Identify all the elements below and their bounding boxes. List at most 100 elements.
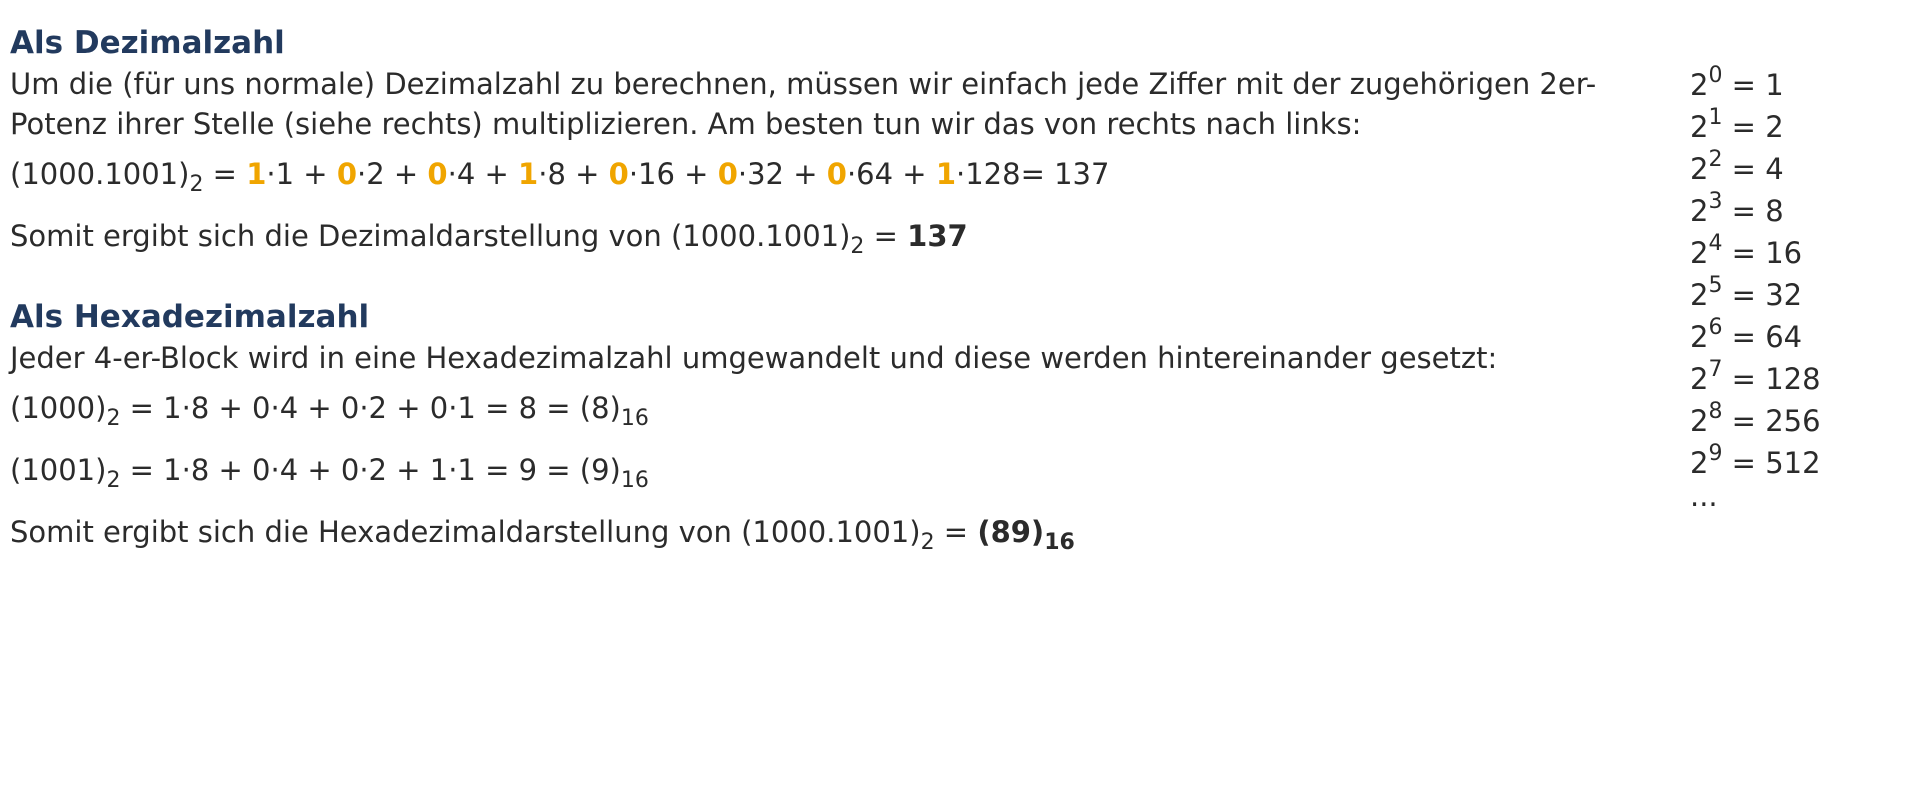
hex-block-base: 2 [106,406,121,431]
decimal-result: Somit ergibt sich die Dezimaldarstellung… [10,219,968,259]
hex-block-base: 2 [106,468,121,493]
power-row: 21 = 2 [1690,106,1821,148]
decimal-lhs-base: 2 [189,172,204,197]
powers-ellipsis: ... [1690,479,1718,513]
decimal-term-factor: 4 [456,157,476,191]
decimal-term-factor: 32 [747,157,785,191]
powers-of-two-table: 20 = 1 21 = 2 22 = 4 23 = 8 24 = 16 25 = 32 26… [1690,64,1821,513]
power-row: 20 = 1 [1690,64,1821,106]
power-exponent: 8 [1708,399,1723,424]
decimal-term-digit: 0 [608,157,629,191]
decimal-term-factor: 128 [965,157,1021,191]
power-exponent: 0 [1708,63,1723,88]
decimal-term-digit: 0 [826,157,847,191]
power-exponent: 7 [1708,357,1723,382]
hex-result-base: 2 [920,530,935,555]
power-base: 2 [1690,278,1709,312]
decimal-term: 0·4 + [427,157,519,191]
hex-block-expr: = 1·8 + 0·4 + 0·2 + 0·1 = 8 = (8) [120,391,621,425]
intro-decimal: Um die (für uns normale) Dezimalzahl zu … [10,67,1597,141]
power-exponent: 4 [1708,231,1723,256]
decimal-term: 0·32 + [717,157,827,191]
decimal-term-digit: 1 [246,157,267,191]
powers-list: 20 = 1 21 = 2 22 = 4 23 = 8 24 = 16 25 = 32 26… [1690,64,1821,484]
decimal-term-separator: + [294,157,337,191]
intro-hex: Jeder 4-er-Block wird in eine Hexadezima… [10,341,1498,375]
power-base: 2 [1690,446,1709,480]
decimal-result-base: 2 [850,234,865,259]
power-base: 2 [1690,194,1709,228]
power-value: = 128 [1731,362,1821,396]
hex-result-final: (89)16 [977,515,1075,555]
decimal-result-text: Somit ergibt sich die Dezimaldarstellung… [10,219,671,253]
power-base: 2 [1690,362,1709,396]
power-row: 29 = 512 [1690,442,1821,484]
decimal-result-value: (1000.1001) [670,219,851,253]
hex-block-hex-base: 16 [620,406,649,431]
decimal-term-factor: 64 [856,157,894,191]
decimal-term-separator: + [893,157,936,191]
decimal-term-factor: 8 [547,157,566,191]
decimal-term: 0·2 + [336,157,428,191]
decimal-term-digit: 1 [935,157,957,191]
power-base: 2 [1690,68,1709,102]
power-base: 2 [1690,404,1709,438]
decimal-term-separator: + [674,157,718,191]
decimal-term-digit: 0 [336,157,357,191]
power-exponent: 2 [1708,147,1723,172]
decimal-equation-result: = 137 [1020,157,1110,191]
decimal-terms: 1·1 + 0·2 + 0·4 + 1·8 + 0·16 + 0·32 + 0·… [246,157,1020,191]
hex-block-expr: = 1·8 + 0·4 + 0·2 + 1·1 = 9 = (9) [120,453,621,487]
power-value: = 256 [1731,404,1821,438]
decimal-term: 0·64 + [826,157,936,191]
power-base: 2 [1690,152,1709,186]
power-row: 27 = 128 [1690,358,1821,400]
decimal-term-separator: + [475,157,519,191]
decimal-result-final: 137 [907,219,968,253]
power-row: 28 = 256 [1690,400,1821,442]
hex-block-value: (1000) [10,391,107,425]
power-value: = 32 [1731,278,1803,312]
decimal-equation: (1000.1001)2 = 1·1 + 0·2 + 0·4 + 1·8 + 0… [10,157,1110,197]
power-value: = 512 [1731,446,1821,480]
decimal-term-factor: 16 [638,157,675,191]
power-base: 2 [1690,320,1709,354]
hex-result-text: Somit ergibt sich die Hexadezimaldarstel… [10,515,742,549]
power-base: 2 [1690,236,1709,270]
hex-result: Somit ergibt sich die Hexadezimaldarstel… [10,515,1075,555]
power-value: = 1 [1731,68,1784,102]
power-row: 23 = 8 [1690,190,1821,232]
decimal-term-digit: 1 [518,157,539,191]
power-value: = 2 [1731,110,1784,144]
power-exponent: 6 [1708,315,1723,340]
decimal-term-separator: + [784,157,827,191]
decimal-lhs: (1000.1001) [10,157,190,191]
power-exponent: 3 [1708,189,1723,214]
heading-decimal: Als Dezimalzahl [10,25,285,61]
power-row: 26 = 64 [1690,316,1821,358]
power-value: = 8 [1731,194,1784,228]
hex-block-row: (1000)2 = 1·8 + 0·4 + 0·2 + 0·1 = 8 = (8… [10,388,1630,431]
decimal-term: 1·1 + [246,157,337,191]
decimal-term: 1·128 [935,157,1021,191]
heading-hex: Als Hexadezimalzahl [10,299,370,335]
power-value: = 64 [1731,320,1803,354]
main-content: Als Dezimalzahl Um die (für uns normale)… [10,22,1630,555]
power-value: = 16 [1731,236,1803,270]
decimal-term-separator: + [565,157,609,191]
power-row: 25 = 32 [1690,274,1821,316]
decimal-term-factor: 1 [275,157,295,191]
power-base: 2 [1690,110,1709,144]
decimal-term: 0·16 + [608,157,718,191]
power-value: = 4 [1731,152,1784,186]
power-exponent: 5 [1708,273,1723,298]
decimal-term-factor: 2 [366,157,385,191]
decimal-term-separator: + [384,157,428,191]
decimal-term-digit: 0 [427,157,448,191]
hex-block-row: (1001)2 = 1·8 + 0·4 + 0·2 + 1·1 = 9 = (9… [10,450,1630,493]
hex-result-value: (1000.1001) [741,515,921,549]
power-row: 22 = 4 [1690,148,1821,190]
power-exponent: 9 [1708,441,1723,466]
power-row: 24 = 16 [1690,232,1821,274]
hex-block-value: (1001) [10,453,107,487]
